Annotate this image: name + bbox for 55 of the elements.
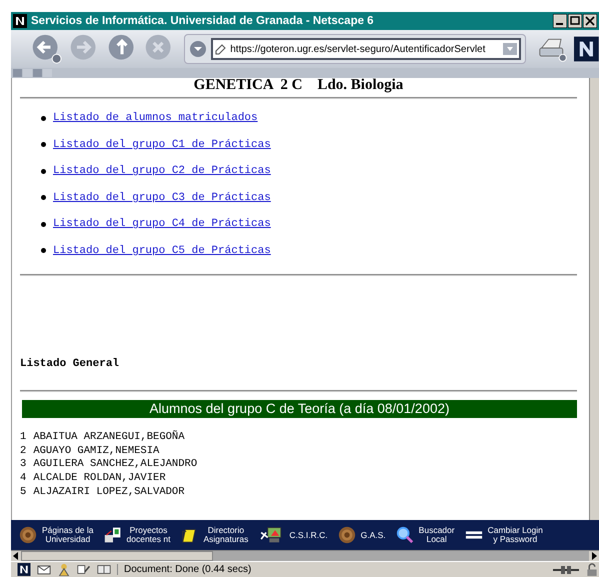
- address-field[interactable]: https://goteron.ugr.es/servlet-seguro/AutentificadorServlet: [211, 38, 522, 60]
- netscape-icon[interactable]: [17, 563, 31, 576]
- page-heading: GENETICA 2 C Ldo. Biologia: [192, 78, 404, 93]
- bullet-icon: [41, 142, 46, 148]
- bullet-icon: [41, 248, 46, 254]
- seal-icon[interactable]: [19, 526, 37, 544]
- row-number: 2: [20, 444, 26, 458]
- link[interactable]: Listado del grupo C3 de Prácticas: [53, 192, 271, 204]
- app-icon: [13, 14, 27, 28]
- student-name: ALJAZAIRI LOPEZ,SALVADOR: [33, 486, 185, 500]
- maximize-button[interactable]: [568, 14, 582, 28]
- student-name: ABAITUA ARZANEGUI,BEGOÑA: [33, 431, 185, 445]
- toolbar-link[interactable]: Directorio Asignaturas: [203, 526, 248, 544]
- student-name: ALCALDE ROLDAN,JAVIER: [33, 472, 166, 486]
- close-button[interactable]: [583, 14, 597, 28]
- bullet-icon: [41, 222, 46, 227]
- row-number: 3: [20, 458, 26, 472]
- seal-icon[interactable]: [338, 526, 356, 544]
- row-number: 5: [20, 486, 26, 500]
- row-number: 4: [20, 472, 26, 486]
- link[interactable]: Listado del grupo C5 de Prácticas: [53, 244, 271, 257]
- table-title: Alumnos del grupo C de Teoría (a día 08/01/2002): [22, 400, 577, 418]
- bullet-icon: [41, 195, 46, 200]
- page-icon: [215, 43, 228, 55]
- link[interactable]: Listado de alumnos matriculados: [53, 112, 258, 124]
- toolbar-link[interactable]: Páginas de la Universidad: [42, 526, 94, 544]
- toolbar-link[interactable]: G.A.S.: [360, 530, 386, 540]
- lock-icon: [585, 563, 599, 576]
- dropdown-icon[interactable]: [189, 40, 208, 58]
- link[interactable]: Listado del grupo C2 de Prácticas: [53, 165, 271, 178]
- window-title: Servicios de Informática. Universidad de Granada - Netscape 6: [31, 15, 375, 27]
- toolbar-link[interactable]: C.S.I.R.C.: [289, 530, 328, 540]
- composer-icon[interactable]: [77, 563, 91, 576]
- address-book-icon[interactable]: [97, 563, 111, 576]
- minimize-button[interactable]: [553, 14, 567, 28]
- link[interactable]: Listado del grupo C4 de Prácticas: [53, 218, 271, 230]
- person-icon[interactable]: [57, 563, 71, 576]
- toolbar-link[interactable]: Cambiar Login y Password: [488, 526, 543, 544]
- bullet-icon: [41, 116, 46, 121]
- section-label: Listado General: [20, 358, 120, 370]
- netscape-logo[interactable]: [574, 35, 599, 63]
- status-text: Document: Done (0.44 secs): [117, 564, 424, 575]
- bullet-icon: [41, 168, 46, 174]
- folder-icon[interactable]: [180, 526, 198, 544]
- connection-icon: [553, 564, 579, 576]
- row-number: 1: [20, 431, 26, 445]
- student-name: AGUAYO GAMIZ,NEMESIA: [33, 444, 160, 458]
- mail-icon[interactable]: [37, 563, 51, 576]
- sidebar-toggle-icon[interactable]: [13, 68, 53, 78]
- computer-icon[interactable]: [104, 526, 122, 544]
- toolbar-link[interactable]: Buscador Local: [418, 526, 455, 544]
- toolbar-link[interactable]: Proyectos docentes nt: [126, 526, 170, 544]
- student-name: AGUILERA SANCHEZ,ALEJANDRO: [33, 458, 198, 472]
- link[interactable]: Listado del grupo C1 de Prácticas: [53, 138, 271, 151]
- magnifier-icon[interactable]: [396, 526, 414, 544]
